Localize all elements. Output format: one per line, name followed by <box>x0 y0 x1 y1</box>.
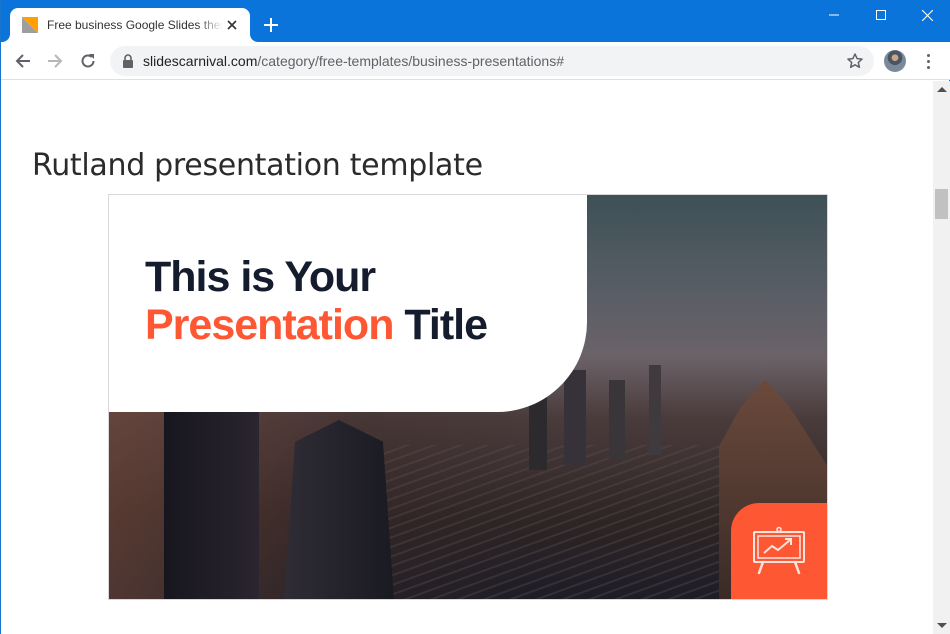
highway-interchange <box>379 445 719 599</box>
reload-button[interactable] <box>76 49 100 73</box>
browser-toolbar: slidescarnival.com/category/free-templat… <box>1 42 950 80</box>
slide-title-rest: Title <box>393 301 488 349</box>
slide-title-line-2: Presentation Title <box>145 301 488 349</box>
slide-badge <box>731 503 827 599</box>
arrow-right-icon <box>48 54 63 68</box>
tab-title: Free business Google Slides themes and P… <box>47 18 223 32</box>
building <box>164 410 259 599</box>
vertical-scrollbar[interactable] <box>933 81 950 634</box>
plus-icon <box>264 18 278 32</box>
arrow-up-icon <box>936 87 947 92</box>
scrollbar-thumb[interactable] <box>935 189 948 219</box>
template-heading[interactable]: Rutland presentation template <box>32 148 483 183</box>
maximize-icon <box>876 10 886 20</box>
browser-window: Free business Google Slides themes and P… <box>0 0 950 634</box>
address-bar[interactable]: slidescarnival.com/category/free-templat… <box>110 46 874 76</box>
url-text[interactable]: slidescarnival.com/category/free-templat… <box>143 53 564 69</box>
close-window-button[interactable] <box>904 0 950 30</box>
close-icon <box>921 9 933 21</box>
bookmark-star-icon[interactable] <box>846 52 864 70</box>
title-bar: Free business Google Slides themes and P… <box>1 0 950 42</box>
browser-menu-button[interactable] <box>918 51 938 71</box>
lock-icon[interactable] <box>122 54 134 68</box>
minimize-icon <box>829 14 839 16</box>
url-path: /category/free-templates/business-presen… <box>257 53 564 69</box>
menu-dot <box>926 65 930 69</box>
scroll-up-button[interactable] <box>933 81 950 98</box>
maximize-button[interactable] <box>858 0 904 30</box>
menu-dot <box>926 59 930 63</box>
minimize-button[interactable] <box>811 0 857 30</box>
arrow-down-icon <box>936 623 947 628</box>
page-content: Rutland presentation template This is Yo… <box>1 81 933 634</box>
slide-title-accent: Presentation <box>145 301 394 349</box>
scroll-down-button[interactable] <box>933 617 950 634</box>
building <box>649 365 661 455</box>
new-tab-button[interactable] <box>260 14 282 36</box>
presentation-chart-icon <box>753 526 805 575</box>
forward-button[interactable] <box>43 49 67 73</box>
tab-close-button[interactable] <box>224 17 240 33</box>
reload-icon <box>81 54 95 68</box>
profile-avatar[interactable] <box>884 50 906 72</box>
slide-title: This is Your Presentation Title <box>145 253 488 349</box>
template-preview-image[interactable]: This is Your Presentation Title <box>108 194 828 600</box>
close-icon <box>227 20 237 30</box>
slide-title-card: This is Your Presentation Title <box>109 195 587 412</box>
arrow-left-icon <box>15 54 30 68</box>
building <box>609 380 625 460</box>
slidescarnival-favicon-icon <box>22 17 38 33</box>
back-button[interactable] <box>11 49 35 73</box>
slide-title-line-1: This is Your <box>145 253 376 301</box>
url-domain: slidescarnival.com <box>143 53 258 69</box>
menu-dot <box>926 53 930 57</box>
browser-tab[interactable]: Free business Google Slides themes and P… <box>10 8 250 42</box>
building <box>284 420 394 599</box>
building <box>564 370 586 465</box>
